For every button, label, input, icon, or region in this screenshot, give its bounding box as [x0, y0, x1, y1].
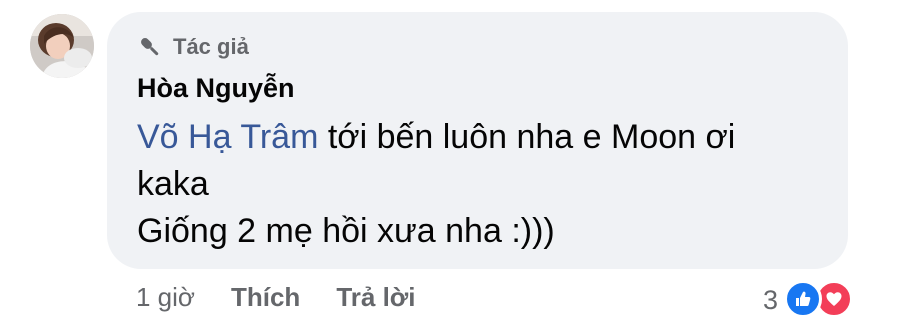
author-name[interactable]: Hòa Nguyễn: [137, 73, 295, 104]
author-badge: Tác giả: [137, 34, 249, 60]
comment-line-3: Giống 2 mẹ hồi xưa nha :))): [137, 212, 555, 250]
profile-photo-icon: [30, 14, 94, 78]
reaction-icons: [784, 280, 856, 320]
microphone-icon: [137, 34, 163, 60]
comment-item: Tác giả Hòa Nguyễn Võ Hạ Trâm tới bến lu…: [0, 0, 900, 336]
comment-line-1: Võ Hạ Trâm tới bến luôn nha e Moon ơi: [137, 114, 837, 161]
like-button[interactable]: Thích: [231, 282, 300, 313]
reply-button[interactable]: Trả lời: [336, 282, 415, 313]
comment-text: Võ Hạ Trâm tới bến luôn nha e Moon ơi ka…: [137, 114, 837, 255]
avatar[interactable]: [30, 14, 94, 78]
comment-line-1-text: tới bến luôn nha e Moon ơi: [318, 118, 736, 156]
mention-link[interactable]: Võ Hạ Trâm: [137, 118, 318, 156]
reaction-count: 3: [763, 284, 779, 315]
author-badge-label: Tác giả: [173, 34, 249, 59]
comment-line-2: kaka: [137, 165, 209, 203]
comment-actions: 1 giờ Thích Trả lời: [136, 282, 416, 313]
timestamp-link[interactable]: 1 giờ: [136, 282, 195, 313]
reactions-summary[interactable]: 3: [763, 280, 856, 320]
like-icon: [784, 280, 823, 318]
